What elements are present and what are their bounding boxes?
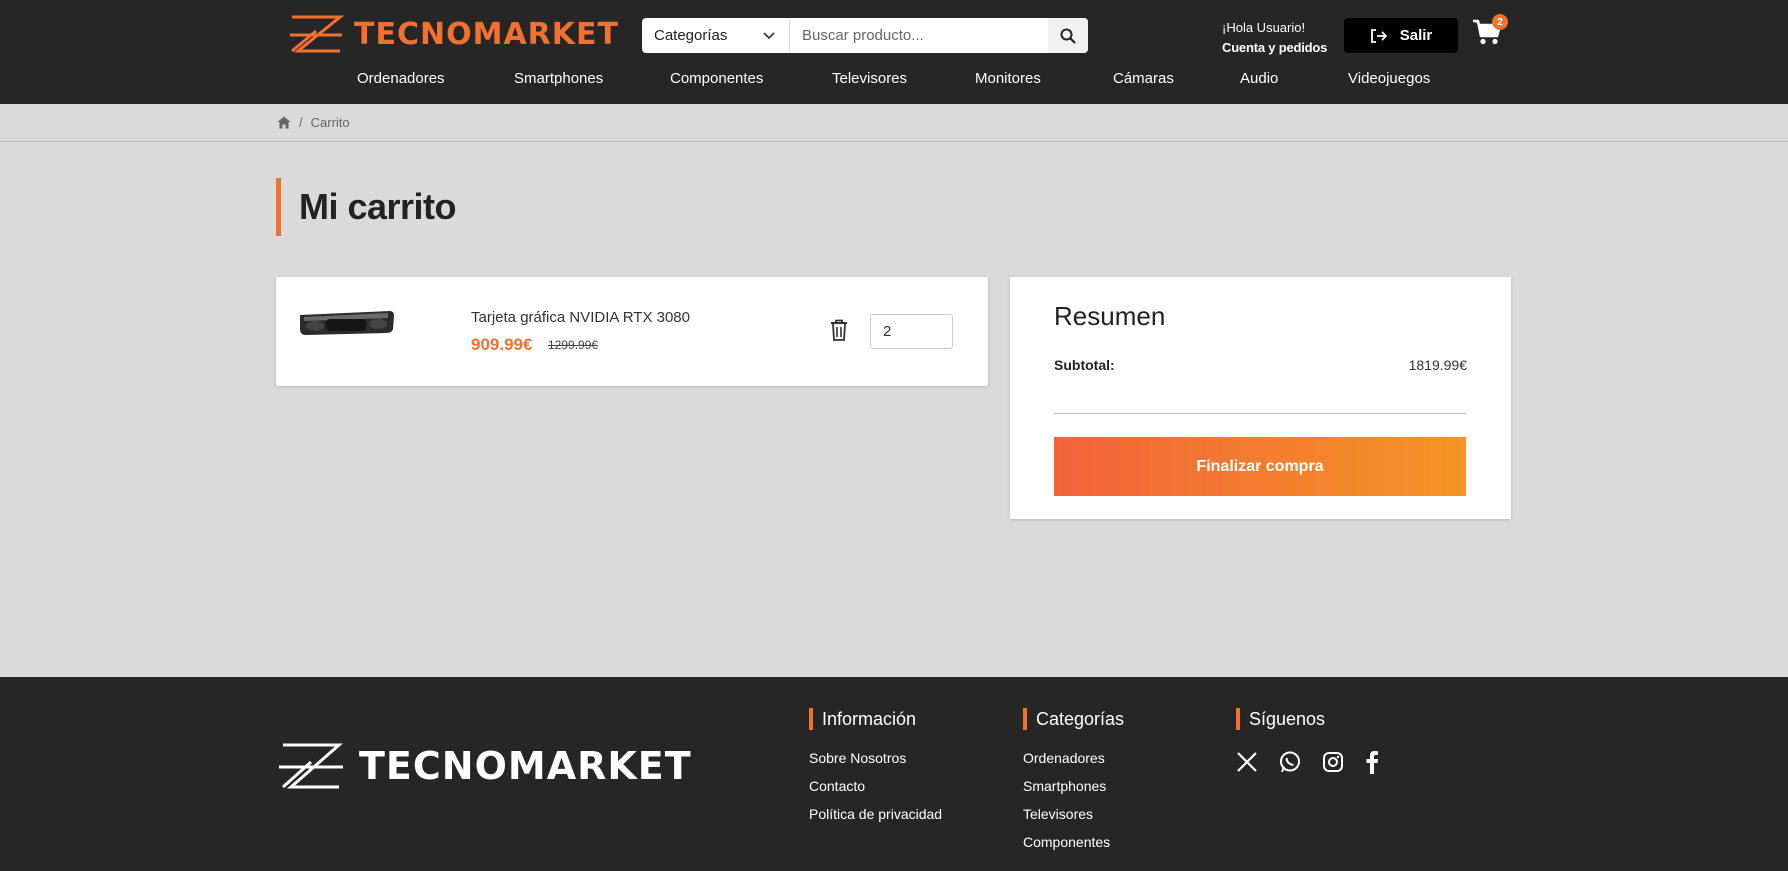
logout-button[interactable]: Salir	[1344, 18, 1458, 53]
footer-link-sobre-nosotros[interactable]: Sobre Nosotros	[809, 744, 942, 772]
main-nav: Ordenadores Smartphones Componentes Tele…	[0, 70, 1788, 94]
footer-link-privacidad[interactable]: Política de privacidad	[809, 800, 942, 828]
footer-social-column: Síguenos	[1236, 708, 1380, 774]
quantity-input[interactable]	[870, 314, 953, 349]
logo-mark-icon	[279, 743, 343, 789]
brand-name: TECNOMARKET	[354, 16, 619, 52]
user-greeting: ¡Hola Usuario!	[1222, 20, 1306, 35]
search-button[interactable]	[1048, 18, 1088, 53]
category-select-label: Categorías	[654, 27, 728, 44]
instagram-icon[interactable]	[1322, 751, 1344, 773]
chevron-down-icon	[763, 31, 775, 39]
summary-title: Resumen	[1054, 301, 1166, 331]
x-icon[interactable]	[1236, 751, 1258, 773]
logo-mark-icon	[290, 15, 344, 53]
footer-categories-column: Categorías Ordenadores Smartphones Telev…	[1023, 708, 1124, 856]
facebook-icon[interactable]	[1364, 750, 1380, 774]
footer-info-column: Información Sobre Nosotros Contacto Polí…	[809, 708, 942, 828]
logout-icon	[1370, 28, 1388, 43]
search-icon	[1060, 28, 1076, 44]
breadcrumb-current: Carrito	[310, 115, 350, 130]
product-image[interactable]	[298, 307, 396, 337]
search-input[interactable]	[790, 18, 1048, 53]
logout-label: Salir	[1399, 27, 1433, 44]
whatsapp-icon[interactable]	[1278, 750, 1302, 774]
brand-logo[interactable]: TECNOMARKET	[288, 14, 619, 54]
product-price: 909.99€	[471, 335, 533, 354]
subtotal-label: Subtotal:	[1054, 357, 1115, 373]
cart-button[interactable]: 2	[1472, 14, 1508, 52]
cart-count-badge: 2	[1492, 14, 1508, 30]
footer-link-contacto[interactable]: Contacto	[809, 772, 942, 800]
footer-brand-name: TECNOMARKET	[359, 744, 692, 788]
subtotal-value: 1819.99€	[1408, 357, 1467, 373]
account-link[interactable]: Cuenta y pedidos	[1222, 38, 1327, 58]
nav-item-smartphones[interactable]: Smartphones	[514, 70, 603, 87]
search-bar: Categorías	[642, 18, 1088, 53]
footer-link-smartphones[interactable]: Smartphones	[1023, 772, 1124, 800]
site-header: TECNOMARKET Categorías ¡Hola Usuario! Cu…	[0, 0, 1788, 104]
nav-item-monitores[interactable]: Monitores	[975, 70, 1041, 87]
nav-item-camaras[interactable]: Cámaras	[1113, 70, 1174, 87]
nav-item-videojuegos[interactable]: Videojuegos	[1348, 70, 1430, 87]
site-footer: TECNOMARKET Información Sobre Nosotros C…	[0, 677, 1788, 871]
nav-item-componentes[interactable]: Componentes	[670, 70, 763, 87]
nav-item-televisores[interactable]: Televisores	[832, 70, 907, 87]
footer-categories-title: Categorías	[1023, 708, 1124, 730]
page-title: Mi carrito	[276, 178, 457, 236]
breadcrumb-separator: /	[299, 115, 303, 130]
footer-link-televisores[interactable]: Televisores	[1023, 800, 1124, 828]
order-summary: Resumen Subtotal: 1819.99€ Finalizar com…	[1010, 277, 1511, 519]
footer-link-componentes[interactable]: Componentes	[1023, 828, 1124, 856]
footer-info-title: Información	[809, 708, 942, 730]
breadcrumb: / Carrito	[0, 104, 1788, 142]
footer-logo[interactable]: TECNOMARKET	[277, 742, 692, 790]
footer-social-title: Síguenos	[1236, 708, 1380, 730]
home-icon[interactable]	[277, 116, 291, 129]
category-select[interactable]: Categorías	[642, 18, 790, 53]
nav-item-audio[interactable]: Audio	[1240, 70, 1278, 87]
footer-link-ordenadores[interactable]: Ordenadores	[1023, 744, 1124, 772]
summary-divider	[1054, 413, 1466, 414]
trash-icon[interactable]	[830, 319, 848, 341]
product-name[interactable]: Tarjeta gráfica NVIDIA RTX 3080	[471, 309, 690, 326]
cart-item: Tarjeta gráfica NVIDIA RTX 3080 909.99€ …	[276, 277, 988, 386]
nav-item-ordenadores[interactable]: Ordenadores	[357, 70, 445, 87]
product-old-price: 1299.99€	[548, 338, 599, 352]
checkout-button[interactable]: Finalizar compra	[1054, 437, 1466, 496]
user-menu: ¡Hola Usuario! Cuenta y pedidos	[1222, 18, 1327, 58]
